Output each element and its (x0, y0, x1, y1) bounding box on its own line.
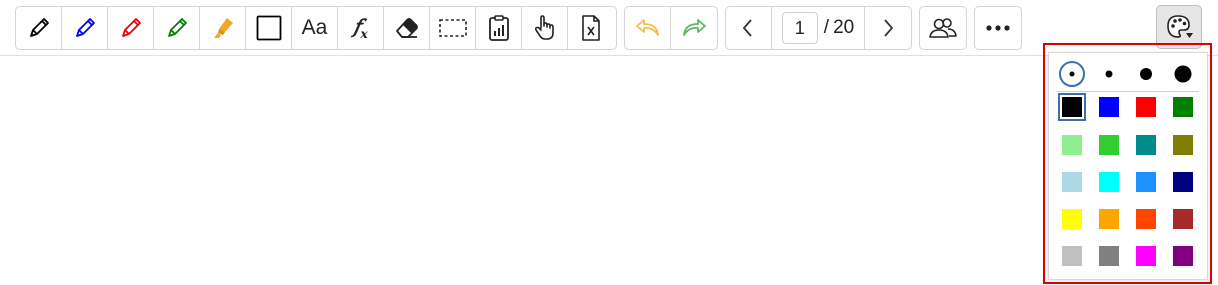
color-swatch[interactable] (1099, 135, 1119, 155)
pencil-icon (167, 18, 187, 37)
color-swatch[interactable] (1136, 172, 1156, 192)
users-group (919, 6, 967, 50)
page-indicator: 1 / 20 (772, 7, 866, 49)
palette-panel (1048, 52, 1208, 280)
color-swatch[interactable] (1099, 246, 1119, 266)
more-horizontal-icon (986, 25, 1010, 31)
pagination-group: 1 / 20 (725, 6, 912, 50)
highlighter-button[interactable] (200, 7, 246, 49)
color-swatch[interactable] (1062, 246, 1082, 266)
color-swatch[interactable] (1062, 209, 1082, 229)
history-group (624, 6, 718, 50)
color-swatch[interactable] (1173, 246, 1193, 266)
highlighter-icon (213, 18, 233, 38)
redo-icon (683, 19, 706, 36)
chevron-right-icon (884, 19, 894, 37)
color-swatch[interactable] (1099, 209, 1119, 229)
clear-page-button[interactable] (568, 7, 614, 49)
toolbar-divider (0, 55, 1218, 56)
previous-page-button[interactable] (726, 7, 772, 49)
more-options-button[interactable] (975, 7, 1021, 49)
color-swatch[interactable] (1099, 172, 1119, 192)
color-swatch[interactable] (1173, 209, 1193, 229)
size-dot (1105, 70, 1113, 78)
size-dot (1069, 71, 1075, 77)
participants-button[interactable] (920, 7, 966, 49)
hand-pointer-icon (534, 15, 554, 40)
pencil-green-button[interactable] (154, 7, 200, 49)
page-total: 20 (833, 17, 855, 38)
clear-file-icon (582, 15, 600, 41)
palette-divider (1057, 91, 1199, 92)
redo-button[interactable] (671, 7, 717, 49)
color-swatch[interactable] (1136, 209, 1156, 229)
color-swatch[interactable] (1136, 97, 1156, 117)
page-number-input[interactable]: 1 (781, 12, 818, 44)
size-large-option[interactable] (1130, 58, 1162, 90)
pencil-icon (29, 18, 49, 37)
text-button[interactable]: Aa (292, 7, 338, 49)
pencil-black-button[interactable] (16, 7, 62, 49)
page-separator: / (823, 17, 830, 38)
size-xlarge-option[interactable] (1167, 58, 1199, 90)
color-swatch[interactable] (1062, 172, 1082, 192)
pencil-icon (121, 18, 141, 37)
eraser-icon (395, 18, 418, 38)
size-medium-option[interactable] (1093, 58, 1125, 90)
formula-button[interactable]: 𝑓x (338, 7, 384, 49)
color-swatch[interactable] (1173, 97, 1193, 117)
select-area-button[interactable] (430, 7, 476, 49)
clipboard-chart-icon (488, 15, 509, 41)
text-icon: Aa (301, 16, 328, 39)
rectangle-icon (256, 15, 281, 41)
rectangle-button[interactable] (246, 7, 292, 49)
color-swatch[interactable] (1062, 97, 1082, 117)
size-dot (1140, 68, 1152, 80)
next-page-button[interactable] (865, 7, 911, 49)
undo-icon (635, 19, 659, 36)
clipboard-chart-button[interactable] (476, 7, 522, 49)
dashed-select-icon (438, 19, 467, 37)
undo-button[interactable] (625, 7, 671, 49)
palette-icon (1167, 15, 1193, 38)
pencil-red-button[interactable] (108, 7, 154, 49)
color-swatch[interactable] (1136, 246, 1156, 266)
color-swatch[interactable] (1062, 135, 1082, 155)
users-icon (929, 18, 957, 38)
color-swatch[interactable] (1099, 97, 1119, 117)
color-swatch[interactable] (1173, 135, 1193, 155)
eraser-button[interactable] (384, 7, 430, 49)
chevron-left-icon (743, 19, 753, 37)
color-swatch[interactable] (1173, 172, 1193, 192)
pencil-icon (75, 18, 95, 37)
brush-size-row (1056, 58, 1202, 90)
drawing-tools-group: Aa 𝑓x (15, 6, 617, 50)
more-group (974, 6, 1022, 50)
size-small-option[interactable] (1056, 58, 1088, 90)
formula-icon: 𝑓x (353, 15, 368, 41)
color-swatch[interactable] (1136, 135, 1156, 155)
pointer-button[interactable] (522, 7, 568, 49)
size-dot (1174, 65, 1192, 83)
pencil-blue-button[interactable] (62, 7, 108, 49)
